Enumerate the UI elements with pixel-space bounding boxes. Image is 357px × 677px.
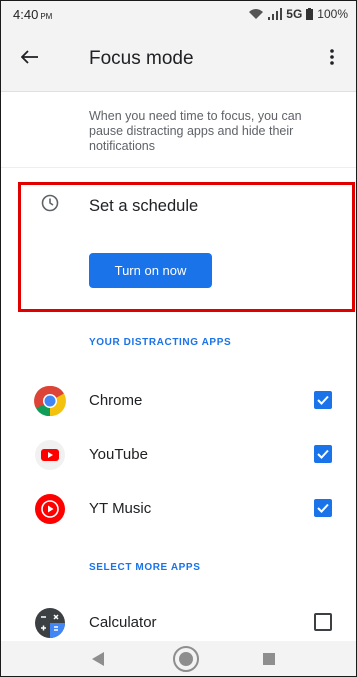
clock-icon: [41, 194, 59, 217]
phone-screen: 4:40 PM 5G 100% Focus mode When you need…: [0, 0, 357, 677]
app-name: Chrome: [89, 392, 143, 409]
app-name: Calculator: [89, 614, 157, 631]
page-title: Focus mode: [89, 48, 194, 69]
status-indicators: 5G 100%: [248, 7, 348, 21]
navigation-bar: [1, 641, 356, 676]
select-more-apps-header: SELECT MORE APPS: [89, 562, 201, 573]
turn-on-now-button[interactable]: Turn on now: [89, 253, 212, 288]
distracting-apps-header: YOUR DISTRACTING APPS: [89, 337, 232, 348]
wifi-icon: [248, 8, 264, 20]
youtube-icon: [34, 439, 66, 471]
battery-icon: [306, 8, 314, 20]
focus-mode-description: When you need time to focus, you can pau…: [89, 109, 302, 153]
status-time: 4:40: [13, 6, 39, 22]
status-bar: 4:40 PM 5G 100%: [1, 1, 356, 27]
checkbox-checked[interactable]: [314, 391, 332, 409]
schedule-label[interactable]: Set a schedule: [89, 197, 198, 216]
yt-music-icon: [34, 493, 66, 525]
arrow-back-icon: [20, 49, 39, 69]
nav-home-icon[interactable]: [172, 645, 200, 676]
section-divider: [1, 167, 356, 168]
app-bar: Focus mode: [1, 27, 356, 91]
checkbox-checked[interactable]: [314, 445, 332, 463]
checkbox-unchecked[interactable]: [314, 613, 332, 631]
checkbox-checked[interactable]: [314, 499, 332, 517]
more-options-button[interactable]: [320, 43, 344, 75]
app-name: YT Music: [89, 500, 152, 517]
network-type: 5G: [286, 7, 303, 21]
back-button[interactable]: [20, 34, 71, 84]
battery-level: 100%: [317, 7, 348, 21]
calculator-icon: [34, 607, 66, 639]
app-bar-divider: [1, 91, 356, 92]
app-row-youtube[interactable]: YouTube: [1, 439, 356, 479]
status-ampm: PM: [40, 11, 53, 21]
nav-back-icon[interactable]: [91, 651, 105, 672]
nav-recents-icon[interactable]: [263, 653, 275, 665]
more-vert-icon: [330, 48, 334, 70]
app-row-yt-music[interactable]: YT Music: [1, 493, 356, 533]
chrome-icon: [34, 385, 66, 417]
app-name: YouTube: [89, 446, 148, 463]
signal-icon: [268, 8, 283, 20]
status-clock: 4:40 PM: [13, 7, 52, 22]
app-row-chrome[interactable]: Chrome: [1, 385, 356, 425]
